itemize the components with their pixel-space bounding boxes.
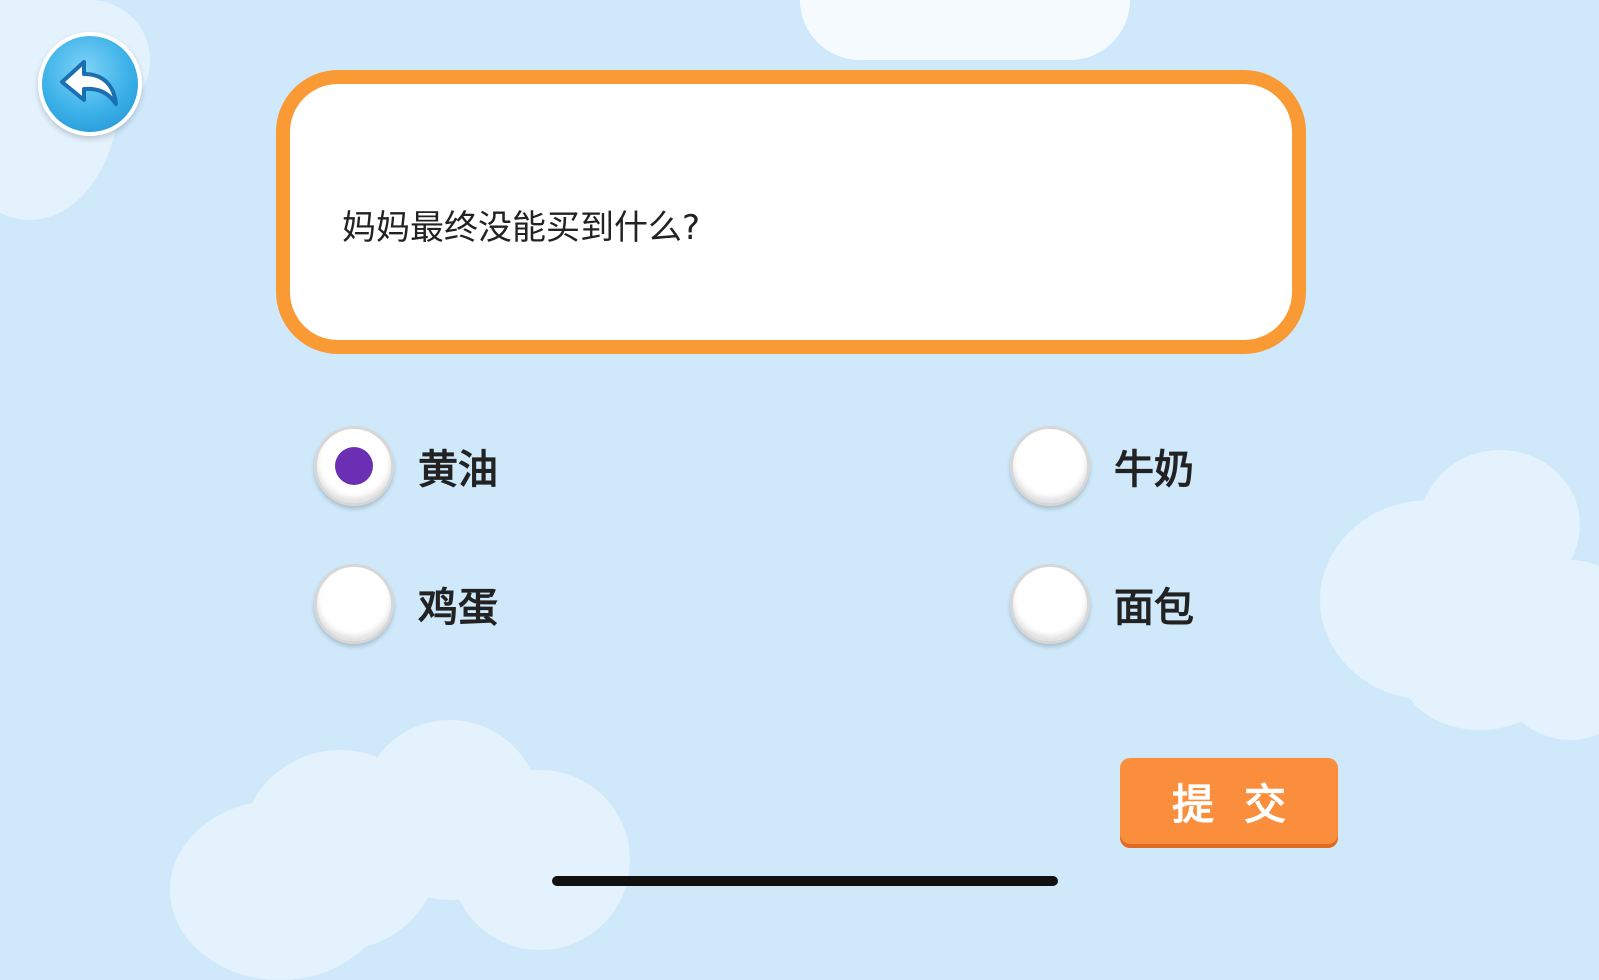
question-card: 妈妈最终没能买到什么? <box>276 70 1306 354</box>
question-text: 妈妈最终没能买到什么? <box>342 208 701 248</box>
option-milk[interactable]: 牛奶 <box>1010 424 1194 508</box>
option-label: 牛奶 <box>1114 447 1194 493</box>
option-label: 鸡蛋 <box>418 585 498 631</box>
cloud-decoration <box>800 0 1130 60</box>
radio-button[interactable] <box>1010 564 1090 644</box>
radio-button[interactable] <box>314 426 394 506</box>
option-egg[interactable]: 鸡蛋 <box>314 562 498 646</box>
option-label: 黄油 <box>418 447 498 493</box>
radio-selected-dot <box>335 447 373 485</box>
back-button[interactable] <box>38 32 142 136</box>
option-butter[interactable]: 黄油 <box>314 424 498 508</box>
cloud-decoration <box>450 770 630 950</box>
radio-button[interactable] <box>1010 426 1090 506</box>
back-arrow-icon <box>60 60 118 106</box>
option-bread[interactable]: 面包 <box>1010 562 1194 646</box>
home-indicator[interactable] <box>552 876 1058 886</box>
option-label: 面包 <box>1114 585 1194 631</box>
radio-button[interactable] <box>314 564 394 644</box>
cloud-decoration <box>1400 610 1560 730</box>
submit-button[interactable]: 提交 <box>1120 758 1338 844</box>
